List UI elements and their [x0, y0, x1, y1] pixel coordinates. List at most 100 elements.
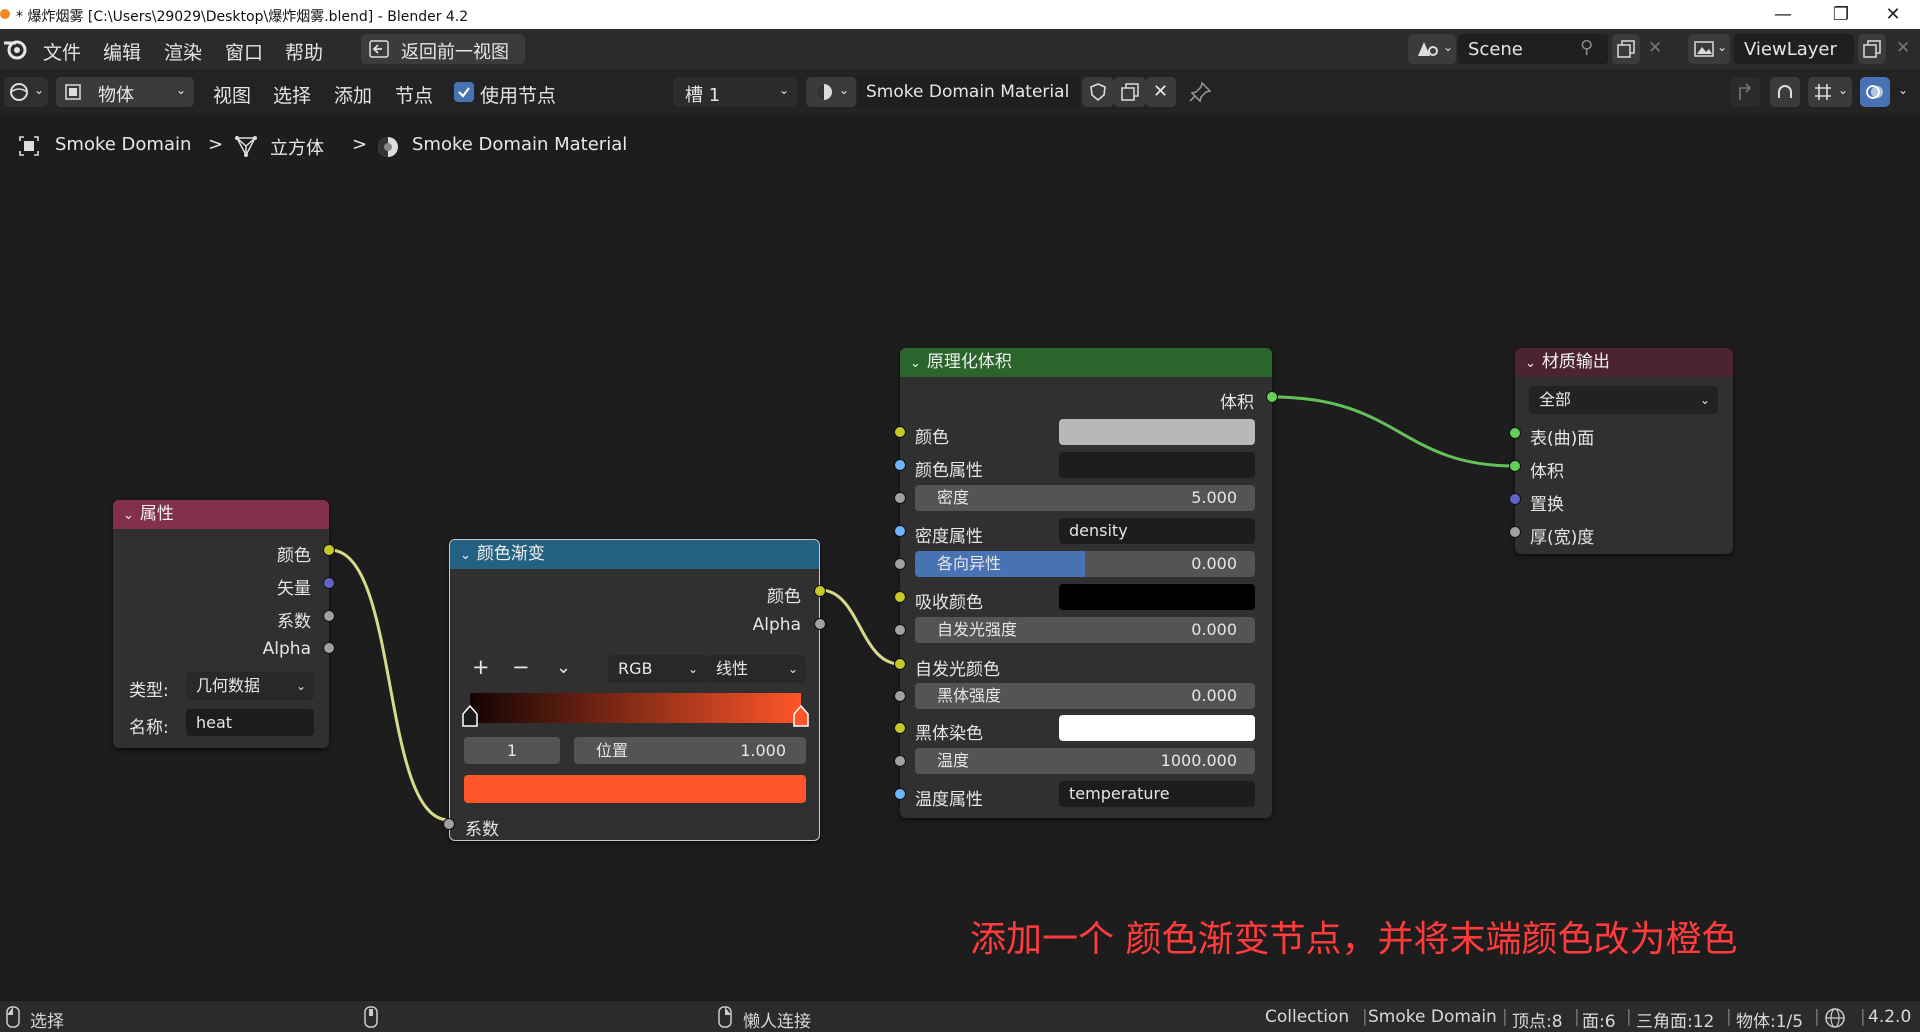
ramp-stop-start[interactable] — [461, 704, 479, 728]
temperature-attr-field[interactable]: temperature — [1059, 781, 1255, 807]
input-emission-strength-socket[interactable] — [894, 624, 906, 636]
principled-volume-node-header[interactable]: ⌄ 原理化体积 — [900, 348, 1272, 377]
material-name-field[interactable]: Smoke Domain Material — [858, 77, 1080, 107]
remove-stop-button[interactable]: − — [512, 655, 530, 679]
output-fac-socket[interactable] — [323, 610, 335, 622]
remove-viewlayer-icon[interactable]: ✕ — [1896, 38, 1910, 58]
output-alpha-socket[interactable] — [323, 642, 335, 654]
input-temperature-attr-socket[interactable] — [894, 788, 906, 800]
pin-icon[interactable] — [1188, 81, 1212, 103]
unlink-material-button[interactable]: ✕ — [1146, 77, 1176, 107]
attribute-node-header[interactable]: ⌄ 属性 — [113, 500, 329, 529]
color-ramp-node[interactable]: ⌄ 颜色渐变 颜色 Alpha + − ⌄ RGB ⌄ 线性 ⌄ 1 位置 1.0… — [443, 539, 826, 841]
chevron-down-icon[interactable]: ⌄ — [910, 349, 921, 378]
overlays-button[interactable] — [1860, 77, 1890, 107]
ramp-stop-end[interactable] — [792, 704, 810, 728]
density-attr-field[interactable]: density — [1059, 518, 1255, 544]
slot-dropdown[interactable]: 槽 1 ⌄ — [673, 77, 797, 107]
link-ramp-to-emission[interactable] — [819, 588, 901, 666]
attribute-name-field[interactable]: heat — [186, 709, 314, 736]
temperature-slider[interactable]: 温度 1000.000 — [915, 748, 1255, 774]
ramp-menu-button[interactable]: ⌄ — [556, 657, 571, 678]
color-attr-field[interactable] — [1059, 452, 1255, 478]
chevron-down-icon[interactable]: ⌄ — [1898, 83, 1908, 97]
material-browse-button[interactable]: ⌄ — [806, 77, 856, 107]
snap-button[interactable] — [1770, 77, 1800, 107]
add-stop-button[interactable]: + — [472, 655, 490, 679]
menu-node[interactable]: 节点 — [395, 81, 433, 108]
input-absorption-socket[interactable] — [894, 591, 906, 603]
principled-volume-node[interactable]: ⌄ 原理化体积 体积 颜色 颜色属性 密度 5.000 密度属性 density … — [894, 348, 1278, 818]
input-surface-socket[interactable] — [1509, 427, 1521, 439]
emission-strength-slider[interactable]: 自发光强度 0.000 — [915, 617, 1255, 643]
menu-add[interactable]: 添加 — [334, 81, 372, 108]
scene-name-field[interactable]: Scene ⚲ — [1458, 34, 1608, 64]
new-scene-button[interactable] — [1612, 34, 1640, 64]
input-blackbody-socket[interactable] — [894, 690, 906, 702]
remove-scene-icon[interactable]: ✕ — [1648, 38, 1662, 58]
output-color-socket[interactable] — [814, 585, 826, 597]
menu-help[interactable]: 帮助 — [285, 38, 323, 65]
input-thickness-socket[interactable] — [1509, 526, 1521, 538]
stop-color-swatch[interactable] — [464, 775, 806, 803]
input-emission-color-socket[interactable] — [894, 658, 906, 670]
menu-render[interactable]: 渲染 — [164, 38, 202, 65]
anisotropy-slider[interactable]: 各向异性 0.000 — [915, 551, 1255, 577]
input-displacement-socket[interactable] — [1509, 493, 1521, 505]
color-swatch[interactable] — [1059, 419, 1255, 445]
fake-user-button[interactable] — [1082, 77, 1114, 107]
close-button[interactable]: ✕ — [1870, 2, 1916, 27]
output-vector-socket[interactable] — [323, 577, 335, 589]
input-blackbody-tint-socket[interactable] — [894, 722, 906, 734]
viewlayer-name-field[interactable]: ViewLayer — [1734, 34, 1854, 64]
chevron-down-icon[interactable]: ⌄ — [1525, 349, 1536, 378]
snap-target-dropdown[interactable]: ⌄ — [1808, 77, 1852, 107]
output-alpha-socket[interactable] — [814, 618, 826, 630]
input-anisotropy-socket[interactable] — [894, 558, 906, 570]
new-viewlayer-button[interactable] — [1858, 34, 1886, 64]
density-slider[interactable]: 密度 5.000 — [915, 485, 1255, 511]
chevron-down-icon[interactable]: ⌄ — [460, 541, 471, 570]
input-color-attr-socket[interactable] — [894, 459, 906, 471]
color-ramp-node-header[interactable]: ⌄ 颜色渐变 — [450, 540, 819, 569]
output-volume-socket[interactable] — [1266, 391, 1278, 403]
input-color-socket[interactable] — [894, 426, 906, 438]
material-output-node[interactable]: ⌄ 材质输出 全部 ⌄ 表(曲)面 体积 置换 厚(宽)度 — [1509, 348, 1733, 554]
editor-type-button[interactable]: ⌄ — [4, 77, 48, 107]
absorption-color-swatch[interactable] — [1059, 584, 1255, 610]
attribute-type-dropdown[interactable]: 几何数据 ⌄ — [186, 672, 314, 700]
active-stop-index[interactable]: 1 — [464, 737, 560, 764]
maximize-button[interactable]: ❐ — [1818, 2, 1864, 27]
shader-type-dropdown[interactable]: 物体 ⌄ — [56, 77, 194, 107]
use-nodes-checkbox[interactable] — [454, 82, 474, 102]
render-target-dropdown[interactable]: 全部 ⌄ — [1529, 386, 1718, 414]
menu-edit[interactable]: 编辑 — [103, 38, 141, 65]
scene-browse-button[interactable]: ⌄ — [1408, 34, 1456, 64]
blender-logo-icon[interactable] — [2, 37, 28, 61]
blackbody-intensity-slider[interactable]: 黑体强度 0.000 — [915, 683, 1255, 709]
input-fac-socket[interactable] — [443, 818, 455, 830]
input-temperature-socket[interactable] — [894, 755, 906, 767]
input-density-socket[interactable] — [894, 492, 906, 504]
blackbody-tint-swatch[interactable] — [1059, 715, 1255, 741]
menu-select[interactable]: 选择 — [273, 81, 311, 108]
input-volume-socket[interactable] — [1509, 460, 1521, 472]
color-ramp-gradient[interactable] — [470, 693, 801, 723]
link-volume-to-output[interactable] — [1271, 395, 1516, 468]
minimize-button[interactable]: — — [1760, 2, 1806, 27]
material-output-node-header[interactable]: ⌄ 材质输出 — [1515, 348, 1733, 377]
parent-node-tree-button[interactable] — [1730, 77, 1760, 107]
menu-view[interactable]: 视图 — [213, 81, 251, 108]
pin-icon[interactable]: ⚲ — [1580, 37, 1593, 58]
menu-file[interactable]: 文件 — [43, 38, 81, 65]
interpolation-dropdown[interactable]: 线性 ⌄ — [706, 655, 806, 683]
viewlayer-browse-button[interactable]: ⌄ — [1688, 34, 1730, 64]
attribute-node[interactable]: ⌄ 属性 颜色 矢量 系数 Alpha 类型: 几何数据 ⌄ 名称: heat — [113, 500, 335, 748]
output-color-socket[interactable] — [323, 544, 335, 556]
input-density-attr-socket[interactable] — [894, 525, 906, 537]
new-material-button[interactable] — [1114, 77, 1146, 107]
stop-position-field[interactable]: 位置 1.000 — [574, 737, 806, 764]
color-mode-dropdown[interactable]: RGB ⌄ — [608, 655, 706, 683]
chevron-down-icon[interactable]: ⌄ — [123, 501, 134, 530]
menu-window[interactable]: 窗口 — [225, 38, 263, 65]
